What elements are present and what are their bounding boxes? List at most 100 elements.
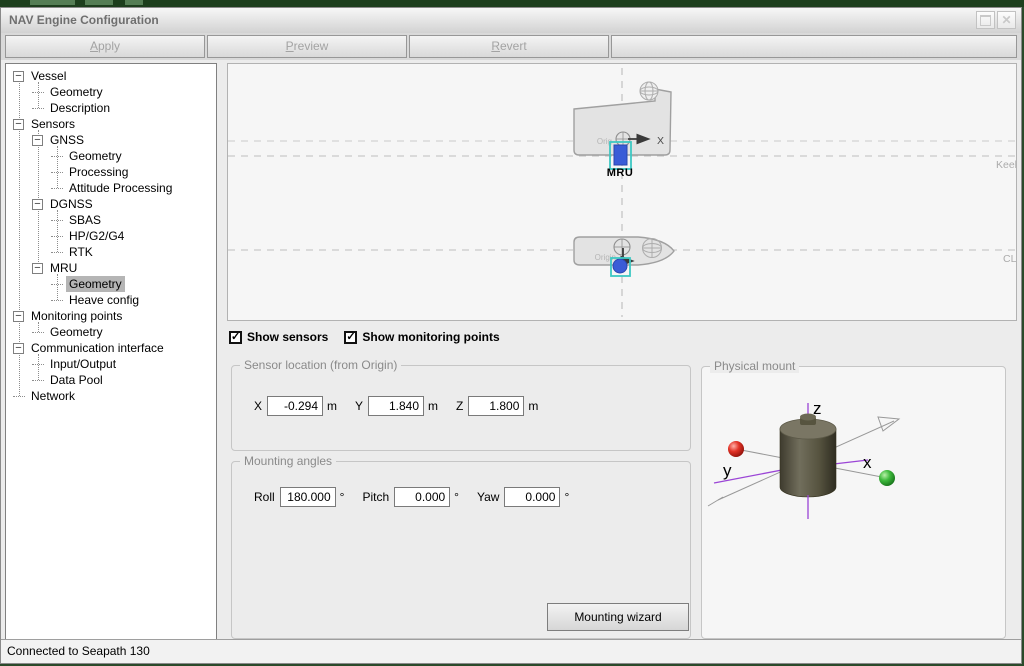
desktop-background bbox=[0, 0, 1024, 7]
mounting-angles-title: Mounting angles bbox=[240, 454, 336, 468]
tree-connector bbox=[32, 332, 44, 333]
tree-item-attitude-processing[interactable]: Attitude Processing bbox=[6, 180, 216, 196]
tree-expander-icon[interactable]: − bbox=[13, 311, 24, 322]
tree-item-geometry[interactable]: Geometry bbox=[6, 84, 216, 100]
desktop-artifact bbox=[85, 0, 113, 5]
cl-label: CL bbox=[1003, 253, 1016, 265]
sensor-location-y-input[interactable] bbox=[368, 396, 424, 416]
tree: −VesselGeometryDescription−Sensors−GNSSG… bbox=[5, 63, 217, 641]
tree-connector bbox=[51, 300, 63, 301]
toolbar-blank-segment bbox=[611, 35, 1017, 58]
x-axis-label: x bbox=[863, 453, 872, 472]
gnss-antenna-icon bbox=[642, 238, 662, 258]
sensor-location-z-field: Zm bbox=[456, 396, 538, 416]
toolbar-button-preview[interactable]: Preview bbox=[207, 35, 407, 58]
mru-label: MRU bbox=[607, 167, 634, 179]
mounting-angles-group: Mounting angles Roll°Pitch°Yaw° Mounting… bbox=[231, 461, 691, 639]
close-button[interactable]: ✕ bbox=[997, 11, 1016, 29]
maximize-icon bbox=[980, 15, 991, 26]
tree-item-vessel[interactable]: −Vessel bbox=[6, 68, 216, 84]
checkbox-show-monitoring-points[interactable]: ✓Show monitoring points bbox=[344, 330, 499, 344]
origin-marker-top bbox=[614, 239, 630, 255]
tree-item-sbas[interactable]: SBAS bbox=[6, 212, 216, 228]
view-options: ✓Show sensors ✓Show monitoring points bbox=[229, 330, 516, 344]
mru-cylinder bbox=[780, 414, 836, 498]
tree-connector bbox=[51, 156, 63, 157]
tree-connector bbox=[51, 172, 63, 173]
tree-item-rtk[interactable]: RTK bbox=[6, 244, 216, 260]
physical-mount-title: Physical mount bbox=[710, 359, 799, 373]
sensor-location-z-input[interactable] bbox=[468, 396, 524, 416]
tree-item-heave-config[interactable]: Heave config bbox=[6, 292, 216, 308]
tree-connector bbox=[51, 252, 63, 253]
tree-item-mru[interactable]: −MRU bbox=[6, 260, 216, 276]
tree-connector bbox=[51, 236, 63, 237]
tree-item-input-output[interactable]: Input/Output bbox=[6, 356, 216, 372]
tree-connector bbox=[32, 364, 44, 365]
x-axis-sphere bbox=[879, 470, 895, 486]
tree-item-description[interactable]: Description bbox=[6, 100, 216, 116]
tree-item-gnss[interactable]: −GNSS bbox=[6, 132, 216, 148]
close-icon: ✕ bbox=[1001, 14, 1011, 26]
tree-item-data-pool[interactable]: Data Pool bbox=[6, 372, 216, 388]
mounting-angles-roll-field: Roll° bbox=[254, 487, 344, 507]
nav-engine-configuration-window: NAV Engine Configuration ✕ ApplyPreviewR… bbox=[0, 7, 1022, 664]
mru-sensor-marker-top[interactable] bbox=[613, 259, 627, 273]
desktop-artifact bbox=[125, 0, 143, 5]
tree-connector bbox=[51, 188, 63, 189]
physical-mount-group: Physical mount bbox=[701, 366, 1006, 639]
mounting-angles-fields: Roll°Pitch°Yaw° bbox=[254, 487, 587, 507]
tree-item-communication-interface[interactable]: −Communication interface bbox=[6, 340, 216, 356]
tree-expander-icon[interactable]: − bbox=[13, 71, 24, 82]
y-axis-label: y bbox=[723, 461, 732, 480]
x-axis-label: X bbox=[657, 135, 664, 147]
origin-marker-side bbox=[616, 132, 630, 146]
tree-expander-icon[interactable]: − bbox=[32, 263, 43, 274]
sensor-location-x-input[interactable] bbox=[267, 396, 323, 416]
tree-item-network[interactable]: Network bbox=[6, 388, 216, 404]
maximize-button[interactable] bbox=[976, 11, 995, 29]
toolbar-button-apply[interactable]: Apply bbox=[5, 35, 205, 58]
tree-expander-icon[interactable]: − bbox=[32, 199, 43, 210]
z-axis-label: z bbox=[813, 399, 822, 418]
title-bar: NAV Engine Configuration ✕ bbox=[1, 8, 1021, 34]
checkbox-box[interactable]: ✓ bbox=[344, 331, 357, 344]
y-axis-sphere bbox=[728, 441, 744, 457]
status-text: Connected to Seapath 130 bbox=[7, 644, 150, 658]
tree-item-sensors[interactable]: −Sensors bbox=[6, 116, 216, 132]
checkbox-show-sensors[interactable]: ✓Show sensors bbox=[229, 330, 328, 344]
tree-item-monitoring-points[interactable]: −Monitoring points bbox=[6, 308, 216, 324]
tree-item-dgnss[interactable]: −DGNSS bbox=[6, 196, 216, 212]
desktop-artifact bbox=[30, 0, 75, 5]
mru-sensor-marker-side[interactable] bbox=[614, 145, 627, 165]
physical-mount-3d-view: z y x bbox=[702, 367, 1005, 638]
toolbar-button-revert[interactable]: Revert bbox=[409, 35, 609, 58]
tree-connector bbox=[32, 92, 44, 93]
keel-label: Keel bbox=[996, 159, 1016, 171]
tree-expander-icon[interactable]: − bbox=[32, 135, 43, 146]
sensor-location-group: Sensor location (from Origin) XmYmZm bbox=[231, 365, 691, 451]
gnss-antenna-icon bbox=[640, 82, 658, 100]
vessel-diagram-panel: Keel CL Orig X MRU bbox=[227, 63, 1017, 321]
tree-expander-icon[interactable]: − bbox=[13, 119, 24, 130]
toolbar: ApplyPreviewRevert bbox=[1, 33, 1021, 60]
tree-item-geometry[interactable]: Geometry bbox=[6, 148, 216, 164]
mounting-angles-roll-input[interactable] bbox=[280, 487, 336, 507]
tree-item-geometry[interactable]: Geometry bbox=[6, 276, 216, 292]
status-bar: Connected to Seapath 130 bbox=[1, 639, 1021, 663]
sensor-location-x-field: Xm bbox=[254, 396, 337, 416]
tree-connector bbox=[32, 380, 44, 381]
checkbox-box[interactable]: ✓ bbox=[229, 331, 242, 344]
tree-item-geometry[interactable]: Geometry bbox=[6, 324, 216, 340]
tree-connector bbox=[51, 220, 63, 221]
tree-item-processing[interactable]: Processing bbox=[6, 164, 216, 180]
mounting-angles-yaw-input[interactable] bbox=[504, 487, 560, 507]
mounting-angles-pitch-input[interactable] bbox=[394, 487, 450, 507]
window-title: NAV Engine Configuration bbox=[9, 8, 159, 33]
tree-item-hp-g2-g4[interactable]: HP/G2/G4 bbox=[6, 228, 216, 244]
sensor-location-fields: XmYmZm bbox=[254, 396, 556, 416]
mounting-wizard-button[interactable]: Mounting wizard bbox=[547, 603, 689, 631]
mounting-angles-pitch-field: Pitch° bbox=[362, 487, 459, 507]
tree-connector bbox=[13, 396, 25, 397]
tree-expander-icon[interactable]: − bbox=[13, 343, 24, 354]
